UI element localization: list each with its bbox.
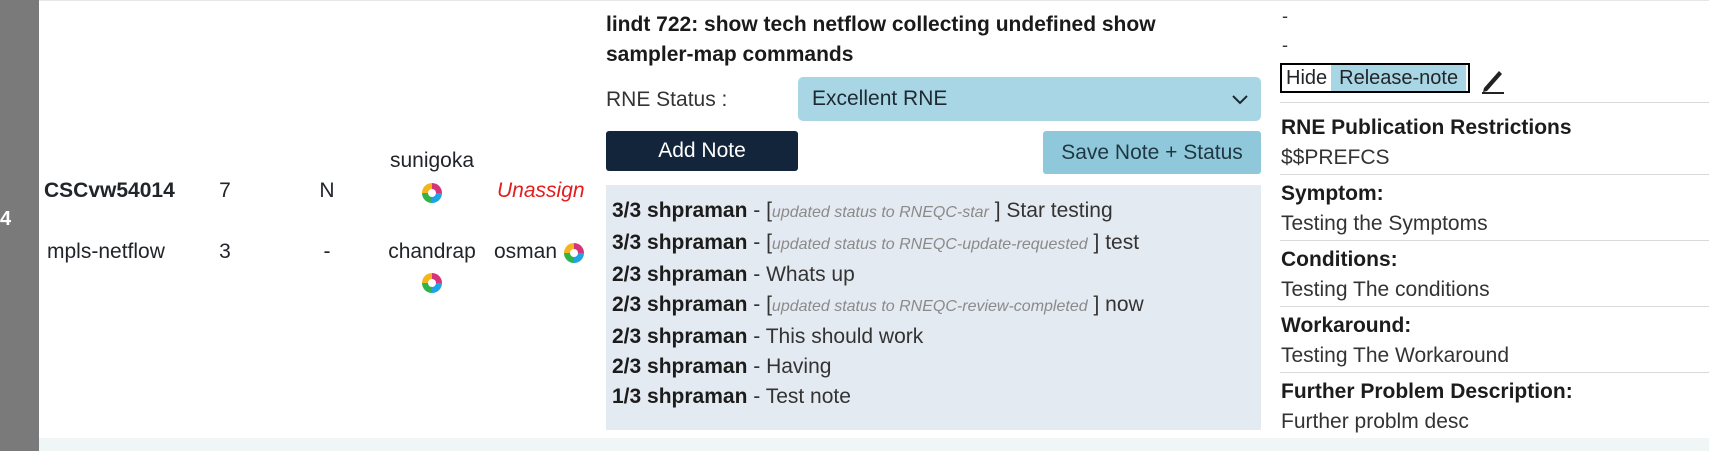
restrictions-heading: RNE Publication Restrictions (1281, 116, 1572, 139)
conditions-heading: Conditions: (1281, 248, 1398, 271)
symptom-value: Testing the Symptoms (1281, 212, 1488, 235)
further-description-heading: Further Problem Description: (1281, 380, 1573, 403)
count-primary: 7 (219, 179, 231, 202)
restrictions-value: $$PREFCS (1281, 146, 1390, 169)
user-chandrap[interactable]: chandrap (382, 240, 482, 264)
next-row-strip (39, 438, 1709, 451)
release-note-label: Release-note (1331, 65, 1467, 91)
note-item: 1/3 shpraman - Test note (612, 385, 851, 408)
chevron-down-icon (1232, 95, 1248, 105)
note-text: This should work (765, 325, 924, 348)
note-item: 2/3 shpraman - Having (612, 355, 832, 378)
note-status-change: updated status to RNEQC-update-requested (771, 236, 1088, 253)
avatar-icon (564, 243, 584, 263)
note-author: 2/3 shpraman (612, 293, 748, 316)
bug-id-link[interactable]: CSCvw54014 (44, 179, 175, 203)
note-author: 2/3 shpraman (612, 263, 748, 286)
note-author: 2/3 shpraman (612, 325, 748, 348)
note-status-change: updated status to RNEQC-review-completed (771, 298, 1088, 315)
avatar-icon (422, 183, 442, 203)
divider (1280, 372, 1709, 373)
divider (1280, 102, 1709, 103)
note-text: Test note (765, 385, 851, 408)
placeholder-dash: - (1282, 35, 1288, 55)
divider (1280, 306, 1709, 307)
note-text: Having (766, 355, 832, 378)
note-author: 3/3 shpraman (612, 199, 748, 222)
note-text: Star testing (1006, 199, 1113, 222)
hide-release-note-toggle[interactable]: Hide Release-note (1280, 63, 1470, 93)
flag-secondary: - (323, 240, 331, 263)
rne-status-label: RNE Status : (606, 88, 728, 111)
row-index: 4 (0, 208, 12, 230)
divider (1280, 174, 1709, 175)
note-item: 2/3 shpraman - Whats up (612, 263, 855, 286)
note-text: Whats up (766, 263, 855, 286)
rne-status-select[interactable]: Excellent RNE (798, 77, 1261, 121)
further-description-value: Further problm desc (1281, 410, 1469, 433)
note-text: now (1105, 293, 1144, 316)
conditions-value: Testing The conditions (1281, 278, 1490, 301)
user-sunigoka[interactable]: sunigoka (382, 149, 482, 173)
component-name: mpls-netflow (47, 240, 165, 263)
row-divider (39, 0, 1709, 1)
note-item: 3/3 shpraman - [updated status to RNEQC-… (612, 199, 1113, 222)
note-author: 3/3 shpraman (612, 231, 748, 254)
workaround-heading: Workaround: (1281, 314, 1412, 337)
bug-headline: lindt 722: show tech netflow collecting … (606, 13, 1156, 66)
note-item: 3/3 shpraman - [updated status to RNEQC-… (612, 231, 1140, 254)
assignee-name[interactable]: osman (494, 240, 557, 264)
note-item: 2/3 shpraman - This should work (612, 325, 924, 348)
note-author: 2/3 shpraman (612, 355, 748, 378)
add-note-button[interactable]: Add Note (606, 131, 798, 171)
note-item: 2/3 shpraman - [updated status to RNEQC-… (612, 293, 1144, 316)
count-secondary: 3 (219, 240, 231, 263)
divider (1280, 240, 1709, 241)
save-note-status-button[interactable]: Save Note + Status (1043, 131, 1261, 174)
note-text: test (1105, 231, 1140, 254)
placeholder-dash: - (1282, 6, 1288, 26)
notes-list: 3/3 shpraman - [updated status to RNEQC-… (612, 196, 1255, 412)
flag-primary: N (319, 179, 335, 202)
workaround-value: Testing The Workaround (1281, 344, 1510, 367)
notes-panel: 3/3 shpraman - [updated status to RNEQC-… (606, 185, 1261, 430)
symptom-heading: Symptom: (1281, 182, 1384, 205)
unassign-link[interactable]: Unassign (497, 179, 585, 203)
hide-label: Hide (1286, 67, 1328, 89)
note-author: 1/3 shpraman (612, 385, 748, 408)
avatar-icon (422, 273, 442, 293)
note-status-change: updated status to RNEQC-star (771, 204, 989, 221)
edit-pencil-icon[interactable] (1480, 66, 1506, 94)
rne-status-value: Excellent RNE (812, 87, 948, 110)
